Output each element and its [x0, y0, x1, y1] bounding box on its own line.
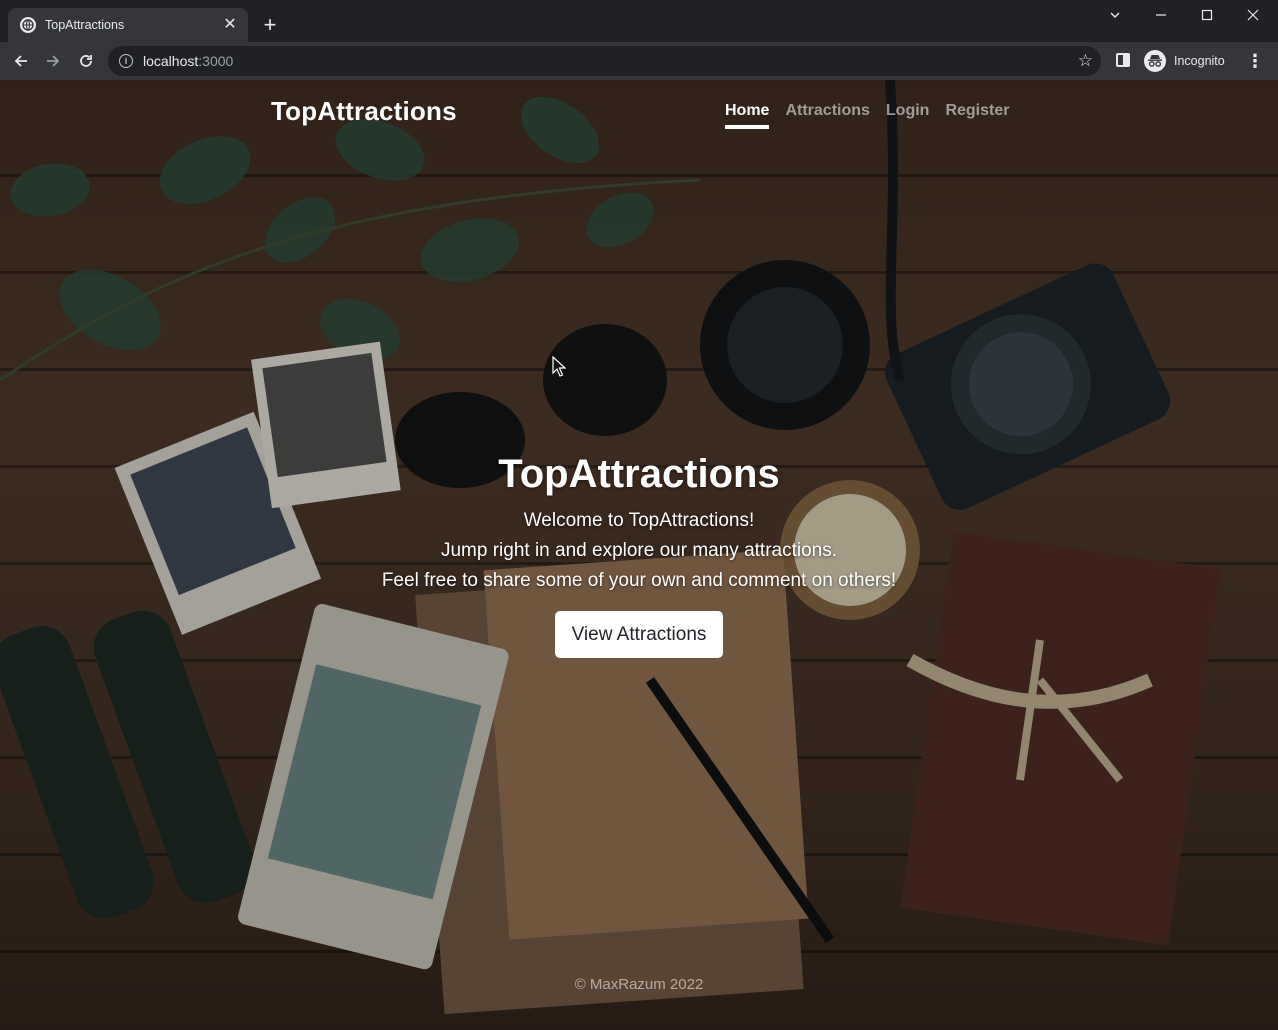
reload-icon[interactable] — [76, 51, 96, 71]
footer-copyright: © MaxRazum 2022 — [574, 976, 704, 993]
browser-toolbar: i localhost:3000 ☆ Incognito ⋮ — [0, 42, 1278, 80]
forward-arrow-icon[interactable] — [43, 51, 63, 71]
nav-login[interactable]: Login — [886, 102, 930, 125]
incognito-label: Incognito — [1174, 54, 1225, 68]
info-icon[interactable]: i — [119, 54, 133, 68]
chevron-down-icon[interactable] — [1105, 6, 1125, 26]
nav-register[interactable]: Register — [945, 102, 1009, 125]
hero-section: TopAttractions Welcome to TopAttractions… — [0, 448, 1278, 658]
tab-title: TopAttractions — [45, 18, 125, 32]
hero-welcome-text: Welcome to TopAttractions! — [523, 510, 755, 531]
nav-attractions[interactable]: Attractions — [785, 102, 869, 125]
incognito-icon — [1144, 50, 1166, 72]
main-nav: Home Attractions Login Register — [725, 102, 1025, 129]
plus-icon[interactable]: + — [259, 14, 281, 36]
view-attractions-button[interactable]: View Attractions — [554, 611, 724, 658]
nav-home[interactable]: Home — [725, 102, 770, 129]
browser-tabstrip: TopAttractions ✕ + — [0, 0, 1278, 42]
incognito-indicator[interactable]: Incognito — [1144, 49, 1225, 73]
address-bar[interactable]: i localhost:3000 ☆ — [108, 46, 1101, 76]
star-icon[interactable]: ☆ — [1078, 51, 1093, 71]
browser-tab[interactable]: TopAttractions ✕ — [8, 8, 248, 42]
url-host: localhost — [143, 53, 199, 69]
hero-explore-text: Jump right in and explore our many attra… — [440, 540, 838, 561]
hero-page: TopAttractions Home Attractions Login Re… — [0, 80, 1278, 1030]
more-menu-icon[interactable]: ⋮ — [1246, 51, 1264, 71]
navbar-brand[interactable]: TopAttractions — [271, 96, 457, 127]
mouse-cursor-icon — [552, 356, 566, 377]
close-icon[interactable]: ✕ — [222, 17, 238, 33]
maximize-icon[interactable] — [1197, 6, 1217, 26]
hero-title: TopAttractions — [498, 452, 780, 496]
back-arrow-icon[interactable] — [11, 51, 31, 71]
hero-share-text: Feel free to share some of your own and … — [381, 570, 897, 591]
side-panel-icon[interactable] — [1116, 53, 1130, 67]
globe-icon — [20, 17, 36, 33]
minimize-icon[interactable] — [1151, 6, 1171, 26]
window-close-icon[interactable] — [1243, 6, 1263, 26]
url-port: :3000 — [198, 53, 234, 69]
